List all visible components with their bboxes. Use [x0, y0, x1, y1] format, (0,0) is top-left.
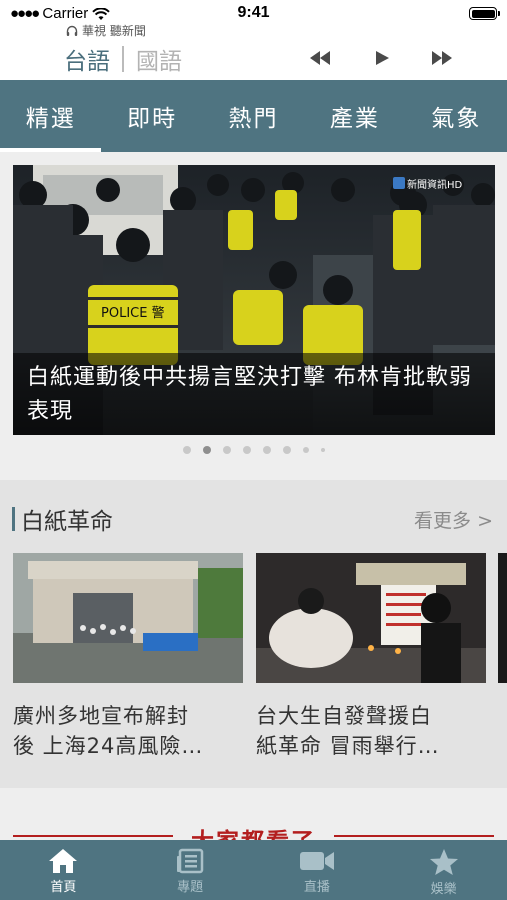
- headphones-icon: [66, 25, 78, 36]
- carousel-dot[interactable]: [242, 446, 251, 454]
- tab-realtime[interactable]: 即時: [101, 80, 202, 152]
- carousel-dot[interactable]: [222, 446, 231, 454]
- rewind-icon[interactable]: [308, 50, 332, 66]
- language-switch: 台語 國語: [64, 42, 182, 76]
- nav-home-label: 首頁: [50, 880, 77, 895]
- lang-mandarin[interactable]: 國語: [136, 42, 182, 76]
- nav-entertainment[interactable]: 娛樂: [380, 840, 507, 900]
- news-thumbnail: [256, 553, 486, 683]
- tab-popular[interactable]: 熱門: [203, 80, 304, 152]
- newspaper-icon: [177, 848, 204, 874]
- nav-entertainment-label: 娛樂: [430, 882, 457, 897]
- audio-news-bar: 華視 聽新聞 台語 國語: [0, 20, 507, 80]
- see-more-link[interactable]: 看更多 >: [414, 506, 493, 533]
- battery-icon: [469, 7, 500, 20]
- play-icon[interactable]: [374, 50, 390, 66]
- tab-weather[interactable]: 氣象: [406, 80, 507, 152]
- nav-live[interactable]: 直播: [254, 840, 381, 900]
- nav-home[interactable]: 首頁: [0, 840, 127, 900]
- channel-watermark: 新聞資訊HD: [407, 178, 463, 191]
- vest-text: POLICE 警: [101, 305, 165, 321]
- section-title: 白紙革命: [21, 509, 113, 535]
- popular-section: 大家都看了: [0, 788, 507, 855]
- hero-caption: 白紙運動後中共揚言堅決打擊 布林肯批軟弱表現: [13, 353, 495, 435]
- topic-section: 白紙革命 看更多 > 廣州多地宣布解封 後 上海24高風險… 台大生自發聲援白 …: [0, 480, 507, 788]
- fast-forward-icon[interactable]: [430, 50, 454, 66]
- home-icon: [49, 849, 78, 873]
- news-card-partial[interactable]: [498, 553, 507, 683]
- news-card-title: 廣州多地宣布解封 後 上海24高風險…: [13, 704, 204, 758]
- carousel-dot[interactable]: [302, 447, 309, 453]
- nav-topics-label: 專題: [177, 880, 204, 895]
- video-camera-icon: [299, 852, 334, 870]
- news-card-title: 台大生自發聲援白 紙革命 冒雨舉行…: [256, 704, 440, 758]
- carousel-dot[interactable]: [282, 446, 291, 454]
- nav-topics[interactable]: 專題: [127, 840, 254, 900]
- news-thumbnail: [498, 553, 507, 683]
- hero-news-card[interactable]: POLICE 警 新聞資訊HD 白紙運動後中共揚言堅決打擊 布林肯批軟弱表現: [13, 165, 495, 435]
- audio-news-title: 華視 聽新聞: [66, 22, 146, 39]
- category-tabs: 精選 即時 熱門 產業 氣象: [0, 80, 507, 152]
- carousel-dot[interactable]: [320, 448, 325, 452]
- lang-taiwanese[interactable]: 台語: [64, 42, 110, 76]
- news-card[interactable]: 台大生自發聲援白 紙革命 冒雨舉行…: [256, 553, 486, 761]
- nav-live-label: 直播: [303, 880, 330, 895]
- section-header: 白紙革命: [12, 502, 113, 536]
- bottom-navigation: 首頁 專題 直播 娛樂: [0, 840, 507, 900]
- tab-featured[interactable]: 精選: [0, 80, 102, 152]
- carousel-indicator: [0, 446, 507, 454]
- news-thumbnail: [13, 553, 243, 683]
- carousel-dot-active[interactable]: [202, 446, 211, 454]
- news-card[interactable]: 廣州多地宣布解封 後 上海24高風險…: [13, 553, 243, 761]
- tab-industry[interactable]: 產業: [304, 80, 405, 152]
- carousel-dot[interactable]: [182, 446, 191, 454]
- star-icon: [429, 849, 458, 875]
- lang-divider: [122, 46, 124, 72]
- carousel-dot[interactable]: [262, 446, 271, 454]
- section-accent-bar: [12, 507, 15, 531]
